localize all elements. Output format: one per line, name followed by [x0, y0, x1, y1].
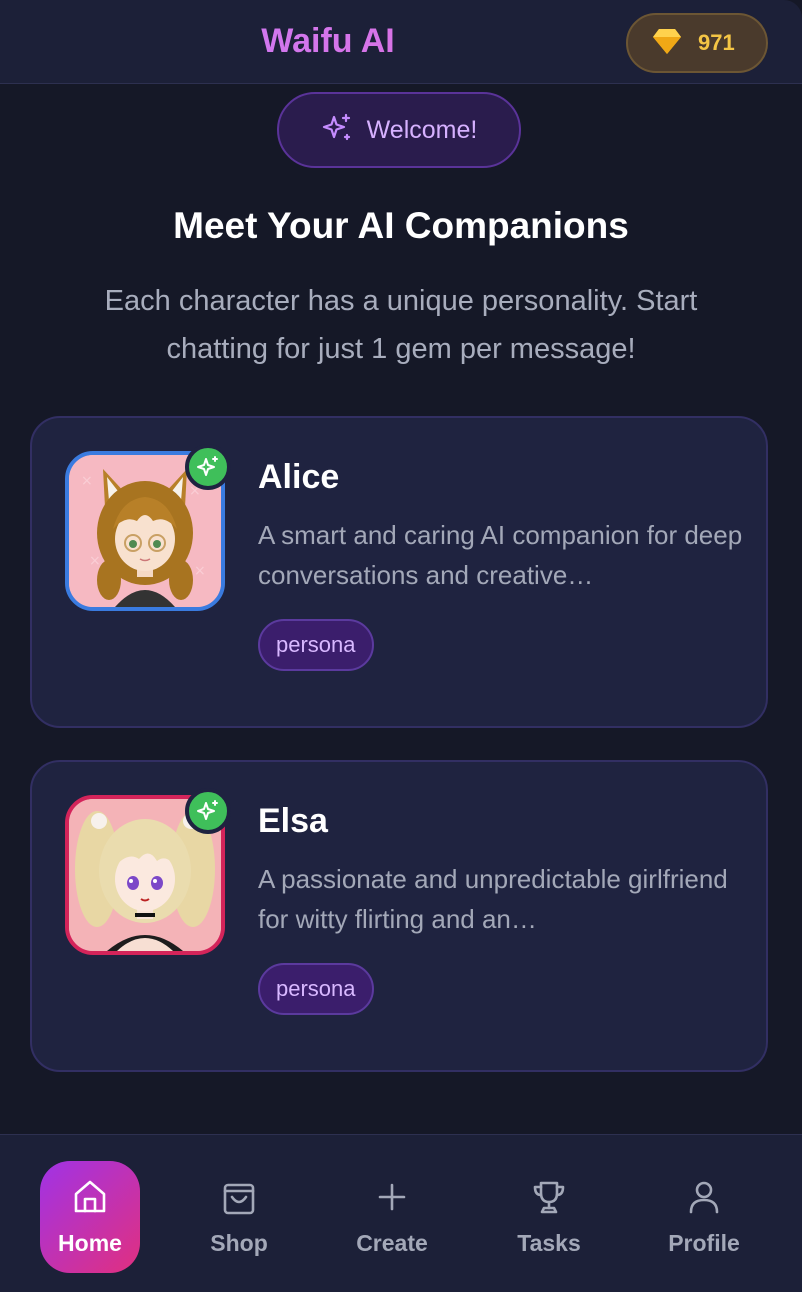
character-name: Elsa	[258, 802, 328, 840]
user-icon	[684, 1177, 724, 1222]
nav-label: Profile	[668, 1230, 740, 1256]
character-card-alice[interactable]: × × × × Alice A smart and caring AI comp…	[30, 416, 768, 728]
diamond-icon	[652, 27, 682, 60]
page-title: Meet Your AI Companions	[173, 205, 629, 246]
nav-tasks[interactable]: Tasks	[499, 1161, 599, 1273]
trophy-icon	[529, 1177, 569, 1222]
svg-text:×: ×	[194, 563, 206, 579]
home-icon	[70, 1177, 110, 1222]
character-description: A passionate and unpredictable girlfrien…	[258, 864, 728, 934]
character-tag: persona	[258, 619, 374, 671]
sparkles-icon	[321, 112, 353, 149]
bottom-nav: Home Shop Create Tasks Profile	[0, 1134, 802, 1292]
online-sparkle-badge	[185, 444, 231, 490]
character-description: A smart and caring AI companion for deep…	[258, 520, 743, 590]
brand-title[interactable]: Waifu AI	[0, 22, 656, 61]
character-tag: persona	[258, 963, 374, 1015]
gem-balance-button[interactable]: 971	[626, 13, 768, 73]
nav-home[interactable]: Home	[40, 1161, 140, 1273]
page-subtitle: Each character has a unique personality.…	[104, 285, 698, 365]
welcome-label: Welcome!	[366, 115, 478, 144]
nav-shop[interactable]: Shop	[189, 1161, 289, 1273]
nav-label: Create	[356, 1230, 428, 1256]
nav-label: Shop	[210, 1230, 268, 1256]
online-sparkle-badge	[185, 788, 231, 834]
nav-profile[interactable]: Profile	[654, 1161, 754, 1273]
shopping-bag-icon	[219, 1177, 259, 1222]
nav-create[interactable]: Create	[342, 1161, 442, 1273]
plus-icon	[372, 1177, 412, 1222]
character-card-elsa[interactable]: Elsa A passionate and unpredictable girl…	[30, 760, 768, 1072]
nav-label: Tasks	[517, 1230, 581, 1256]
top-header: Waifu AI 971	[0, 0, 802, 84]
svg-text:×: ×	[89, 553, 101, 569]
character-name: Alice	[258, 458, 340, 496]
app-root: Waifu AI 971 Welcome! Meet Your AI Compa…	[0, 0, 802, 1292]
welcome-badge: Welcome!	[277, 92, 521, 168]
nav-label: Home	[58, 1230, 122, 1256]
gem-count: 971	[698, 30, 735, 55]
svg-text:×: ×	[81, 473, 93, 489]
